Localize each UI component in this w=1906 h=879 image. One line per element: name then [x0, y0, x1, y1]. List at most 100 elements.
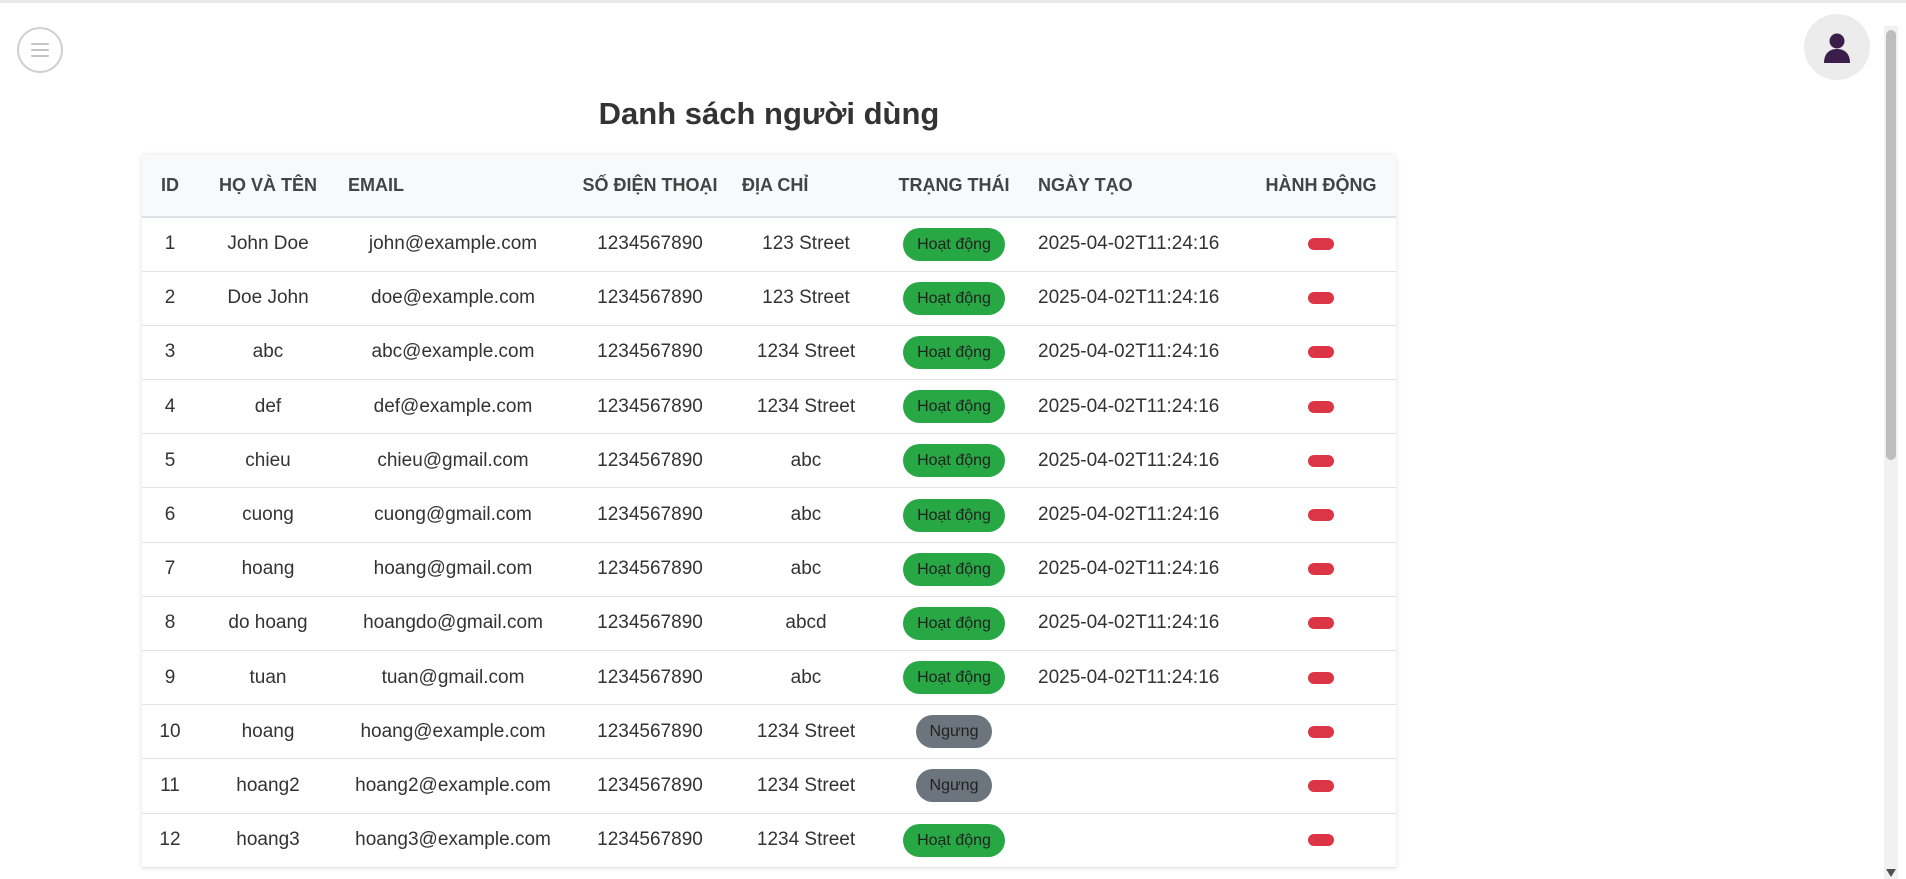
status-badge: Hoạt động — [903, 823, 1005, 857]
cell-status: Ngưng — [880, 759, 1028, 813]
status-badge: Ngưng — [915, 715, 993, 749]
cell-status: Hoạt động — [880, 488, 1028, 542]
cell-created: 2025-04-02T11:24:16 — [1038, 558, 1220, 580]
cell-phone: 1234567890 — [597, 829, 703, 851]
cell-address: abc — [790, 504, 822, 526]
cell-status: Hoạt động — [880, 325, 1028, 379]
table-row: 4 def def@example.com 1234567890 1234 Street… — [142, 380, 1396, 434]
cell-created: 2025-04-02T11:24:16 — [1038, 287, 1220, 309]
cell-phone: 1234567890 — [597, 720, 703, 742]
user-avatar-button[interactable] — [1804, 14, 1870, 80]
cell-phone: 1234567890 — [597, 233, 703, 255]
delete-button[interactable] — [1308, 617, 1334, 630]
cell-email: hoang@gmail.com — [373, 558, 533, 580]
delete-button[interactable] — [1308, 509, 1334, 522]
cell-actions — [1246, 705, 1396, 759]
cell-phone: 1234567890 — [597, 287, 703, 309]
status-badge: Hoạt động — [903, 552, 1005, 586]
cell-phone: 1234567890 — [597, 774, 703, 796]
cell-address: abc — [790, 558, 822, 580]
cell-actions — [1246, 813, 1396, 867]
cell-address: abc — [790, 449, 822, 471]
table-row: 12 hoang3 hoang3@example.com 1234567890 1234… — [142, 813, 1396, 868]
cell-id: 2 — [164, 287, 176, 309]
cell-actions — [1246, 271, 1396, 325]
cell-address: 123 Street — [762, 233, 850, 255]
delete-button[interactable] — [1308, 346, 1334, 359]
cell-address: abcd — [785, 612, 827, 634]
table-header-row: ID HỌ VÀ TÊN EMAIL SỐ ĐIỆN THOẠI ĐỊA CHỈ… — [142, 155, 1396, 218]
menu-toggle-button[interactable] — [17, 27, 63, 73]
column-header-status: TRẠNG THÁI — [880, 155, 1028, 218]
cell-actions — [1246, 325, 1396, 379]
cell-status: Hoạt động — [880, 596, 1028, 650]
table-row: 9 tuan tuan@gmail.com 1234567890 abc Hoạt độn… — [142, 651, 1396, 705]
cell-phone: 1234567890 — [597, 612, 703, 634]
table-row: 10 hoang hoang@example.com 1234567890 1234 S… — [142, 705, 1396, 759]
cell-status: Hoạt động — [880, 271, 1028, 325]
cell-phone: 1234567890 — [597, 666, 703, 688]
cell-email: tuan@gmail.com — [381, 666, 525, 688]
delete-button[interactable] — [1308, 834, 1334, 847]
cell-address: abc — [790, 666, 822, 688]
cell-name: John Doe — [227, 233, 309, 255]
delete-button[interactable] — [1308, 563, 1334, 576]
cell-status: Hoạt động — [880, 542, 1028, 596]
delete-button[interactable] — [1308, 779, 1334, 792]
cell-address: 1234 Street — [756, 829, 856, 851]
cell-address: 1234 Street — [756, 774, 856, 796]
cell-id: 7 — [164, 558, 176, 580]
column-header-created: NGÀY TẠO — [1028, 155, 1246, 218]
cell-actions — [1246, 434, 1396, 488]
cell-name: Doe John — [227, 287, 309, 309]
cell-created: 2025-04-02T11:24:16 — [1038, 341, 1220, 363]
cell-id: 6 — [164, 504, 176, 526]
delete-button[interactable] — [1308, 292, 1334, 305]
cell-name: hoang — [241, 558, 295, 580]
column-header-name: HỌ VÀ TÊN — [198, 155, 338, 218]
cell-phone: 1234567890 — [597, 395, 703, 417]
cell-created — [1028, 705, 1246, 759]
delete-button[interactable] — [1308, 400, 1334, 413]
cell-name: def — [254, 395, 282, 417]
cell-address: 123 Street — [762, 287, 850, 309]
hamburger-icon — [31, 43, 49, 57]
cell-actions — [1246, 596, 1396, 650]
cell-email: def@example.com — [373, 395, 533, 417]
table-row: 5 chieu chieu@gmail.com 1234567890 abc Hoạt đ… — [142, 434, 1396, 488]
cell-phone: 1234567890 — [597, 558, 703, 580]
table-row: 8 do hoang hoangdo@gmail.com 1234567890 abcd… — [142, 596, 1396, 651]
top-border — [0, 0, 1906, 3]
delete-button[interactable] — [1308, 671, 1334, 684]
cell-name: tuan — [249, 666, 287, 688]
cell-name: hoang2 — [236, 774, 300, 796]
cell-actions — [1246, 217, 1396, 271]
table-row: 3 abc abc@example.com 1234567890 1234 Street… — [142, 325, 1396, 380]
status-badge: Ngưng — [915, 769, 993, 803]
cell-created — [1028, 759, 1246, 813]
cell-created: 2025-04-02T11:24:16 — [1038, 395, 1220, 417]
status-badge: Hoạt động — [903, 227, 1005, 261]
cell-id: 9 — [164, 666, 176, 688]
scroll-down-arrow-icon[interactable] — [1886, 869, 1896, 877]
cell-email: hoangdo@gmail.com — [363, 612, 543, 634]
delete-button[interactable] — [1308, 725, 1334, 738]
cell-created: 2025-04-02T11:24:16 — [1038, 233, 1220, 255]
table-body: 1 John Doe john@example.com 1234567890 123 S… — [142, 217, 1396, 868]
cell-email: hoang2@example.com — [355, 774, 551, 796]
scrollbar-thumb[interactable] — [1886, 30, 1896, 460]
cell-id: 8 — [164, 612, 176, 634]
page-scrollbar[interactable] — [1884, 26, 1898, 879]
cell-id: 3 — [164, 341, 176, 363]
column-header-email: EMAIL — [338, 155, 568, 218]
cell-email: hoang@example.com — [360, 720, 546, 742]
table-row: 1 John Doe john@example.com 1234567890 123 S… — [142, 217, 1396, 272]
cell-created — [1028, 813, 1246, 867]
table-row: 2 Doe John doe@example.com 1234567890 123 St… — [142, 271, 1396, 326]
cell-id: 11 — [160, 774, 180, 796]
delete-button[interactable] — [1308, 238, 1334, 251]
cell-actions — [1246, 542, 1396, 596]
delete-button[interactable] — [1308, 454, 1334, 467]
cell-actions — [1246, 651, 1396, 705]
cell-email: hoang3@example.com — [355, 829, 551, 851]
